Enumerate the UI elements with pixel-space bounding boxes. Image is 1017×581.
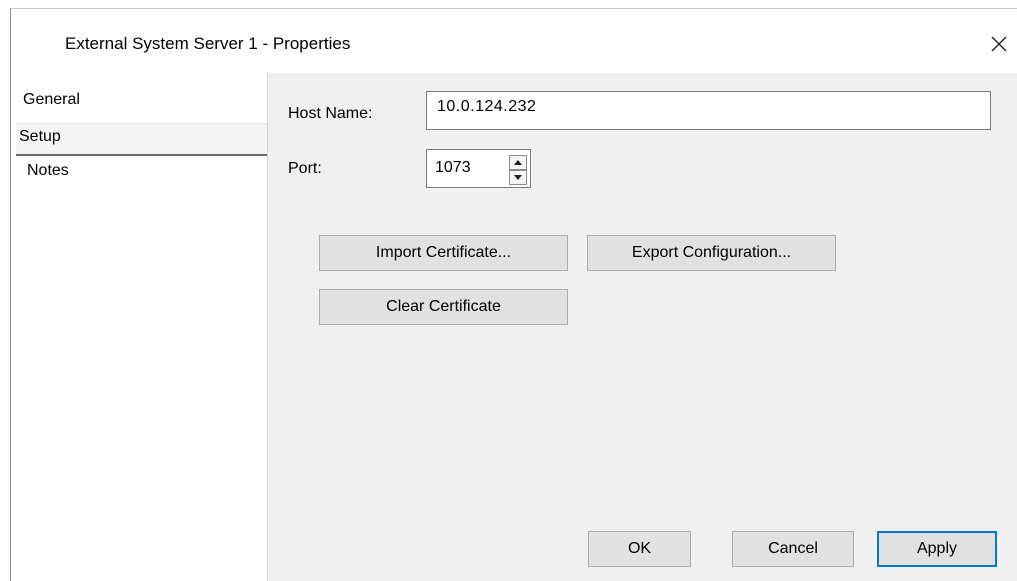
page-list: General Setup Notes xyxy=(11,73,268,581)
sidebar-item-general[interactable]: General xyxy=(23,91,80,109)
close-button[interactable] xyxy=(981,29,1017,59)
spin-up-icon xyxy=(514,160,522,165)
port-stepper[interactable]: 1073 xyxy=(426,149,531,188)
window-title: External System Server 1 - Properties xyxy=(65,34,351,53)
sidebar-item-setup[interactable]: Setup xyxy=(19,128,61,146)
export-configuration-button[interactable]: Export Configuration... xyxy=(587,235,836,271)
host-name-input[interactable]: 10.0.124.232 xyxy=(426,91,991,130)
title-bar: External System Server 1 - Properties xyxy=(11,9,1017,73)
spin-down-icon xyxy=(514,175,522,180)
apply-button[interactable]: Apply xyxy=(877,531,997,567)
port-label: Port: xyxy=(288,160,322,177)
port-increment-button[interactable] xyxy=(509,155,527,170)
port-decrement-button[interactable] xyxy=(509,170,527,185)
close-icon xyxy=(991,36,1007,52)
properties-dialog: External System Server 1 - Properties Ge… xyxy=(10,8,1017,581)
host-name-label: Host Name: xyxy=(288,105,373,122)
cancel-button[interactable]: Cancel xyxy=(732,531,854,567)
sidebar-item-notes[interactable]: Notes xyxy=(27,162,69,180)
import-certificate-button[interactable]: Import Certificate... xyxy=(319,235,568,271)
clear-certificate-button[interactable]: Clear Certificate xyxy=(319,289,568,325)
port-value: 1073 xyxy=(435,159,471,176)
ok-button[interactable]: OK xyxy=(588,531,691,567)
